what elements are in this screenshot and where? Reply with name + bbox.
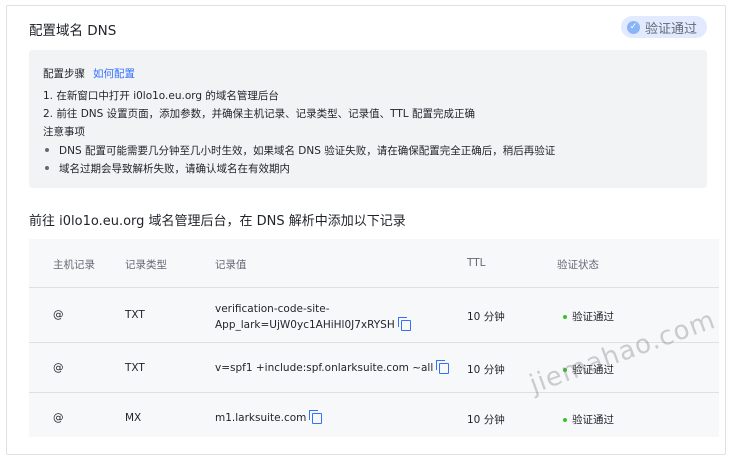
type-cell: TXT (125, 362, 145, 374)
column-header-value: 记录值 (215, 259, 247, 271)
column-header-status: 验证状态 (557, 259, 599, 271)
notes-title: 注意事项 (43, 126, 85, 138)
step-item: 1. 在新窗口中打开 i0lo1o.eu.org 的域名管理后台 (43, 90, 279, 102)
note-item: 域名过期会导致解析失败，请确认域名在有效期内 (43, 161, 290, 176)
check-circle-icon: ✓ (627, 20, 640, 34)
type-cell: TXT (125, 309, 145, 321)
status-label: 验证通过 (572, 414, 614, 426)
success-dot-icon (563, 314, 567, 319)
value-cell: v=spf1 +include:spf.onlarksuite.com ~all (215, 359, 450, 374)
dns-config-card: 配置域名 DNS ✓ 验证通过 配置步骤 如何配置 1. 在新窗口中打开 i0lo… (6, 5, 726, 455)
status-badge-label: 验证通过 (645, 21, 698, 37)
status-cell: 验证通过 (563, 412, 614, 427)
copy-icon[interactable] (309, 409, 323, 424)
ttl-cell: 10 分钟 (467, 311, 505, 323)
type-cell: MX (125, 412, 142, 424)
row-divider (29, 392, 719, 393)
note-text: 域名过期会导致解析失败，请确认域名在有效期内 (59, 163, 290, 175)
ttl-cell: 10 分钟 (467, 364, 505, 376)
status-label: 验证通过 (572, 311, 614, 323)
value-text-line: verification-code-site- (215, 303, 330, 315)
step-item: 2. 前往 DNS 设置页面，添加参数，并确保主机记录、记录类型、记录值、TTL… (43, 108, 475, 120)
status-badge: ✓ 验证通过 (621, 16, 708, 38)
status-cell: 验证通过 (563, 309, 614, 324)
row-divider (29, 287, 719, 288)
host-cell: @ (53, 309, 64, 321)
host-cell: @ (53, 412, 64, 424)
section-title: 前往 i0lo1o.eu.org 域名管理后台，在 DNS 解析中添加以下记录 (29, 214, 406, 229)
value-cell: verification-code-site- App_lark=UjW0yc1… (215, 301, 411, 333)
copy-icon[interactable] (436, 359, 450, 374)
success-dot-icon (563, 417, 567, 422)
note-item: DNS 配置可能需要几分钟至几小时生效，如果域名 DNS 验证失败，请在确保配置… (43, 143, 555, 158)
config-guide-panel: 配置步骤 如何配置 1. 在新窗口中打开 i0lo1o.eu.org 的域名管理后… (29, 50, 707, 188)
note-text: DNS 配置可能需要几分钟至几小时生效，如果域名 DNS 验证失败，请在确保配置… (59, 145, 556, 157)
steps-title: 配置步骤 (43, 68, 85, 80)
column-header-type: 记录类型 (125, 259, 167, 271)
value-text-line: App_lark=UjW0yc1AHiHl0J7xRYSH (215, 319, 395, 331)
how-to-configure-link[interactable]: 如何配置 (93, 68, 135, 80)
bullet-icon (45, 166, 49, 170)
steps-heading: 配置步骤 如何配置 (43, 66, 135, 81)
copy-icon[interactable] (397, 316, 411, 331)
value-text-line: v=spf1 +include:spf.onlarksuite.com ~all (215, 362, 434, 374)
value-text-line: m1.larksuite.com (215, 412, 307, 424)
value-cell: m1.larksuite.com (215, 409, 323, 424)
column-header-host: 主机记录 (53, 259, 95, 271)
column-header-ttl: TTL (467, 257, 486, 269)
bullet-icon (45, 148, 49, 152)
page-title: 配置域名 DNS (29, 23, 117, 39)
ttl-cell: 10 分钟 (467, 414, 505, 426)
host-cell: @ (53, 362, 64, 374)
